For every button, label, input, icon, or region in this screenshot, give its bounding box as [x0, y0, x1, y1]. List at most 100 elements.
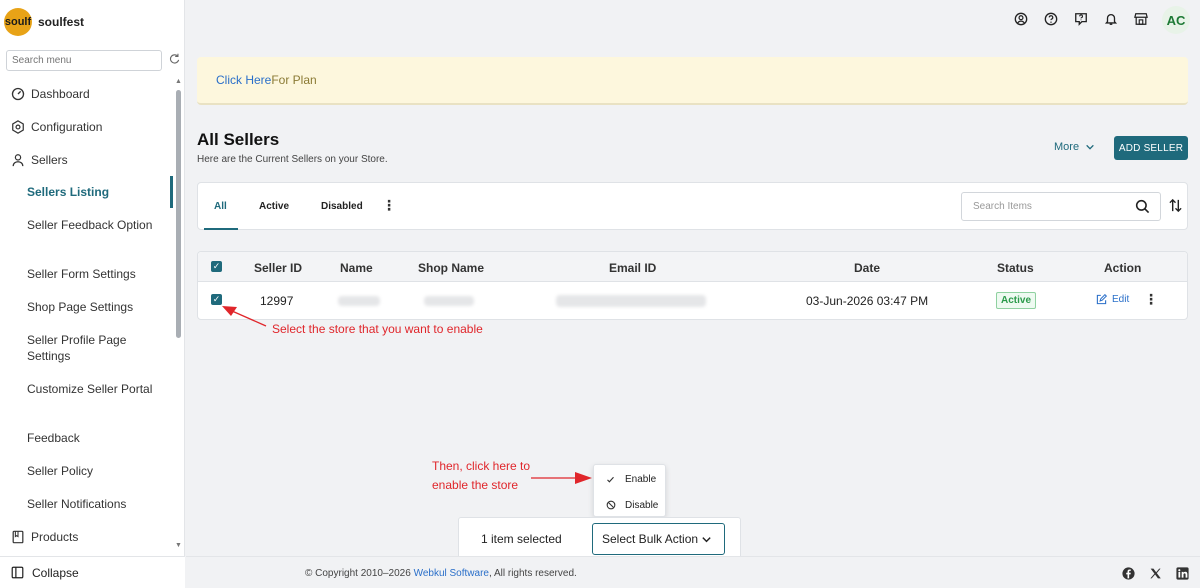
copyright: © Copyright 2010–2026 Webkul Software, A…	[305, 568, 577, 579]
sidebar-item-shop-page-settings[interactable]: Shop Page Settings	[27, 299, 167, 315]
sellers-table: ✓ Seller ID Name Shop Name Email ID Date…	[197, 251, 1188, 320]
sidebar-item-sellers-listing[interactable]: Sellers Listing	[27, 184, 167, 200]
sidebar-collapse-icon	[11, 566, 24, 579]
table-header: ✓ Seller ID Name Shop Name Email ID Date…	[198, 252, 1187, 282]
chevron-down-icon	[1085, 142, 1095, 152]
plan-banner-text: For Plan	[271, 73, 317, 87]
column-header-shop-name[interactable]: Shop Name	[418, 261, 484, 275]
sidebar-item-seller-feedback-option[interactable]: Seller Feedback Option	[27, 217, 167, 233]
sort-icon[interactable]	[1168, 198, 1183, 213]
tab-active-underline	[204, 228, 238, 230]
sidebar-item-products[interactable]: Products	[10, 527, 182, 547]
column-header-name[interactable]: Name	[340, 261, 373, 275]
tab-active[interactable]: Active	[259, 201, 289, 212]
search-icon[interactable]	[1135, 199, 1150, 214]
active-indicator	[170, 176, 173, 208]
settings-hexagon-icon	[10, 119, 26, 135]
column-header-email-id[interactable]: Email ID	[609, 261, 656, 275]
column-header-status[interactable]: Status	[997, 261, 1034, 275]
sidebar-item-seller-profile-page-settings[interactable]: Seller Profile Page Settings	[27, 332, 167, 364]
more-label: More	[1054, 141, 1080, 153]
menu-item-label: Enable	[625, 473, 657, 485]
sidebar-item-label: Sellers	[31, 153, 68, 167]
sidebar: soulf soulfest ▲ ▼ Dashboard Configurati…	[0, 0, 185, 588]
search-menu-input[interactable]	[6, 50, 162, 71]
sidebar-item-seller-form-settings[interactable]: Seller Form Settings	[27, 266, 167, 282]
user-circle-icon[interactable]	[1013, 11, 1029, 27]
blurred-name	[338, 296, 380, 306]
date-cell: 03-Jun-2026 03:47 PM	[806, 294, 929, 308]
company-link[interactable]: Webkul Software	[414, 568, 489, 579]
annotation-click-here-line1: Then, click here to	[432, 459, 531, 473]
column-header-date[interactable]: Date	[854, 261, 880, 275]
help-circle-icon[interactable]	[1043, 11, 1059, 27]
column-header-seller-id[interactable]: Seller ID	[254, 261, 302, 275]
blurred-email	[556, 295, 706, 307]
brand[interactable]: soulf soulfest	[4, 8, 84, 36]
sidebar-item-feedback[interactable]: Feedback	[27, 430, 167, 446]
annotation-select-store: Select the store that you want to enable	[272, 322, 483, 336]
refresh-icon[interactable]	[167, 53, 181, 67]
plan-banner: Click HereFor Plan	[197, 57, 1188, 105]
brand-logo: soulf	[4, 8, 32, 36]
edit-link[interactable]: Edit	[1096, 294, 1129, 305]
page-title: All Sellers	[197, 130, 280, 149]
tabs-more-icon[interactable]: ⋮	[382, 198, 396, 212]
store-icon[interactable]	[1133, 11, 1149, 27]
collapse-button[interactable]: Collapse	[0, 556, 185, 588]
linkedin-icon[interactable]	[1175, 566, 1189, 580]
column-header-action: Action	[1104, 261, 1142, 275]
annotation-click-here-line2: enable the store	[432, 478, 519, 492]
more-dropdown-button[interactable]: More	[1054, 141, 1095, 153]
sidebar-item-seller-notifications[interactable]: Seller Notifications	[27, 496, 167, 512]
help-chat-icon[interactable]	[1073, 11, 1089, 27]
add-seller-button[interactable]: ADD SELLER	[1114, 136, 1188, 160]
blurred-shop-name	[424, 296, 474, 306]
sidebar-item-sellers[interactable]: Sellers	[10, 150, 182, 170]
bell-icon[interactable]	[1103, 11, 1119, 27]
sidebar-item-customize-seller-portal[interactable]: Customize Seller Portal	[27, 381, 167, 397]
copyright-suffix: , All rights reserved.	[488, 568, 577, 579]
bulk-action-menu: Enable Disable	[593, 464, 666, 517]
brand-name: soulfest	[38, 15, 85, 29]
dashboard-icon	[10, 86, 26, 102]
click-here-plan-link[interactable]: Click Here	[216, 73, 271, 87]
sidebar-item-label: Dashboard	[31, 87, 90, 101]
search-items-input[interactable]: Search Items	[961, 192, 1161, 221]
x-icon[interactable]	[1148, 566, 1162, 580]
status-badge: Active	[996, 292, 1037, 309]
menu-item-label: Disable	[625, 499, 659, 511]
ban-icon	[605, 500, 616, 510]
avatar[interactable]: AC	[1162, 6, 1190, 34]
collapse-label: Collapse	[32, 565, 79, 580]
seller-id-cell: 12997	[260, 294, 294, 308]
row-checkbox[interactable]: ✓	[211, 294, 222, 305]
edit-icon	[1096, 294, 1107, 305]
page-subtitle: Here are the Current Sellers on your Sto…	[197, 154, 388, 165]
tab-all[interactable]: All	[214, 201, 227, 212]
select-all-checkbox[interactable]: ✓	[211, 261, 222, 272]
sidebar-item-label: Configuration	[31, 120, 103, 134]
bulk-select-label: Select Bulk Action	[602, 532, 699, 546]
facebook-icon[interactable]	[1121, 566, 1135, 580]
tab-disabled[interactable]: Disabled	[321, 201, 363, 212]
check-icon	[605, 475, 616, 484]
sidebar-item-label: Products	[31, 530, 79, 544]
products-icon	[10, 529, 26, 545]
search-placeholder: Search Items	[973, 201, 1032, 212]
copyright-prefix: © Copyright 2010–2026	[305, 568, 414, 579]
chevron-down-icon	[701, 534, 712, 545]
bulk-action-bar: 1 item selected Select Bulk Action	[458, 517, 741, 560]
arrow-to-enable-option	[531, 472, 592, 484]
sidebar-item-dashboard[interactable]: Dashboard	[10, 84, 182, 104]
row-actions-more-icon[interactable]: ⋮	[1144, 292, 1158, 306]
tabs-bar: All Active Disabled ⋮ Search Items	[197, 182, 1188, 230]
select-bulk-action-dropdown[interactable]: Select Bulk Action	[592, 523, 725, 555]
sidebar-item-configuration[interactable]: Configuration	[10, 117, 182, 137]
selected-count: 1 item selected	[481, 532, 562, 546]
sidebar-item-seller-policy[interactable]: Seller Policy	[27, 463, 167, 479]
edit-label: Edit	[1112, 294, 1130, 305]
menu-item-disable[interactable]: Disable	[594, 492, 665, 518]
user-icon	[10, 152, 26, 168]
menu-item-enable[interactable]: Enable	[594, 466, 665, 492]
